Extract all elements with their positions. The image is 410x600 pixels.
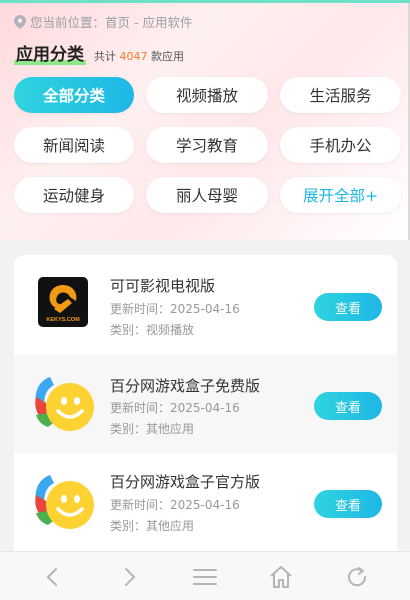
category-all[interactable]: 全部分类 [14, 77, 134, 113]
app-category: 类别：其他应用 [110, 422, 195, 436]
home-icon[interactable] [268, 564, 294, 590]
category-life[interactable]: 生活服务 [280, 77, 401, 113]
smiley-logo-icon [35, 377, 94, 431]
count-value: 4047 [119, 50, 148, 63]
app-name[interactable]: 可可影视电视版 [110, 275, 215, 296]
back-icon[interactable] [40, 564, 66, 590]
header-banner: 您当前位置：首页 - 应用软件 应用分类 共计 4047 款应用 全部分类 视频… [0, 0, 410, 240]
browser-navbar [0, 551, 410, 600]
location-pin-icon [14, 14, 26, 29]
app-update-time: 更新时间：2025-04-16 [110, 302, 240, 316]
kekys-logo-icon: KEKYS.COM [38, 277, 88, 327]
app-category: 类别：其他应用 [110, 519, 195, 533]
list-item[interactable]: KEKYS.COM 可可影视电视版 更新时间：2025-04-16 类别：视频播… [14, 255, 397, 353]
view-button[interactable]: 查看 [314, 392, 382, 420]
app-update-time: 更新时间：2025-04-16 [110, 498, 240, 512]
category-sports[interactable]: 运动健身 [14, 177, 134, 213]
category-expand-all[interactable]: 展开全部+ [280, 177, 401, 213]
view-button[interactable]: 查看 [314, 293, 382, 321]
category-education[interactable]: 学习教育 [146, 127, 268, 163]
app-name[interactable]: 百分网游戏盒子官方版 [110, 471, 260, 492]
category-office[interactable]: 手机办公 [280, 127, 401, 163]
app-update-time: 更新时间：2025-04-16 [110, 401, 240, 415]
page-title: 应用分类 [14, 40, 86, 65]
app-list: KEKYS.COM 可可影视电视版 更新时间：2025-04-16 类别：视频播… [14, 255, 397, 551]
forward-icon[interactable] [116, 564, 142, 590]
breadcrumb-text: 您当前位置：首页 - 应用软件 [30, 15, 193, 30]
section-title: 应用分类 共计 4047 款应用 [14, 40, 184, 65]
app-category: 类别：视频播放 [110, 323, 195, 337]
category-news[interactable]: 新闻阅读 [14, 127, 134, 163]
count-suffix: 款应用 [151, 50, 184, 63]
app-name[interactable]: 百分网游戏盒子免费版 [110, 375, 260, 396]
list-item[interactable]: 百分网游戏盒子官方版 更新时间：2025-04-16 类别：其他应用 查看 [14, 453, 397, 551]
category-maternity[interactable]: 丽人母婴 [146, 177, 268, 213]
menu-icon[interactable] [192, 564, 218, 590]
list-item[interactable]: 百分网游戏盒子免费版 更新时间：2025-04-16 类别：其他应用 查看 [14, 355, 397, 453]
count-prefix: 共计 [94, 50, 116, 63]
category-grid: 全部分类 视频播放 生活服务 新闻阅读 学习教育 手机办公 运动健身 丽人母婴 … [14, 77, 401, 213]
app-count: 共计 4047 款应用 [94, 48, 184, 64]
category-video[interactable]: 视频播放 [146, 77, 268, 113]
refresh-icon[interactable] [344, 564, 370, 590]
kekys-logo-text: KEKYS.COM [46, 317, 80, 323]
view-button[interactable]: 查看 [314, 490, 382, 518]
breadcrumb: 您当前位置：首页 - 应用软件 [14, 12, 192, 31]
smiley-logo-icon [35, 475, 94, 529]
